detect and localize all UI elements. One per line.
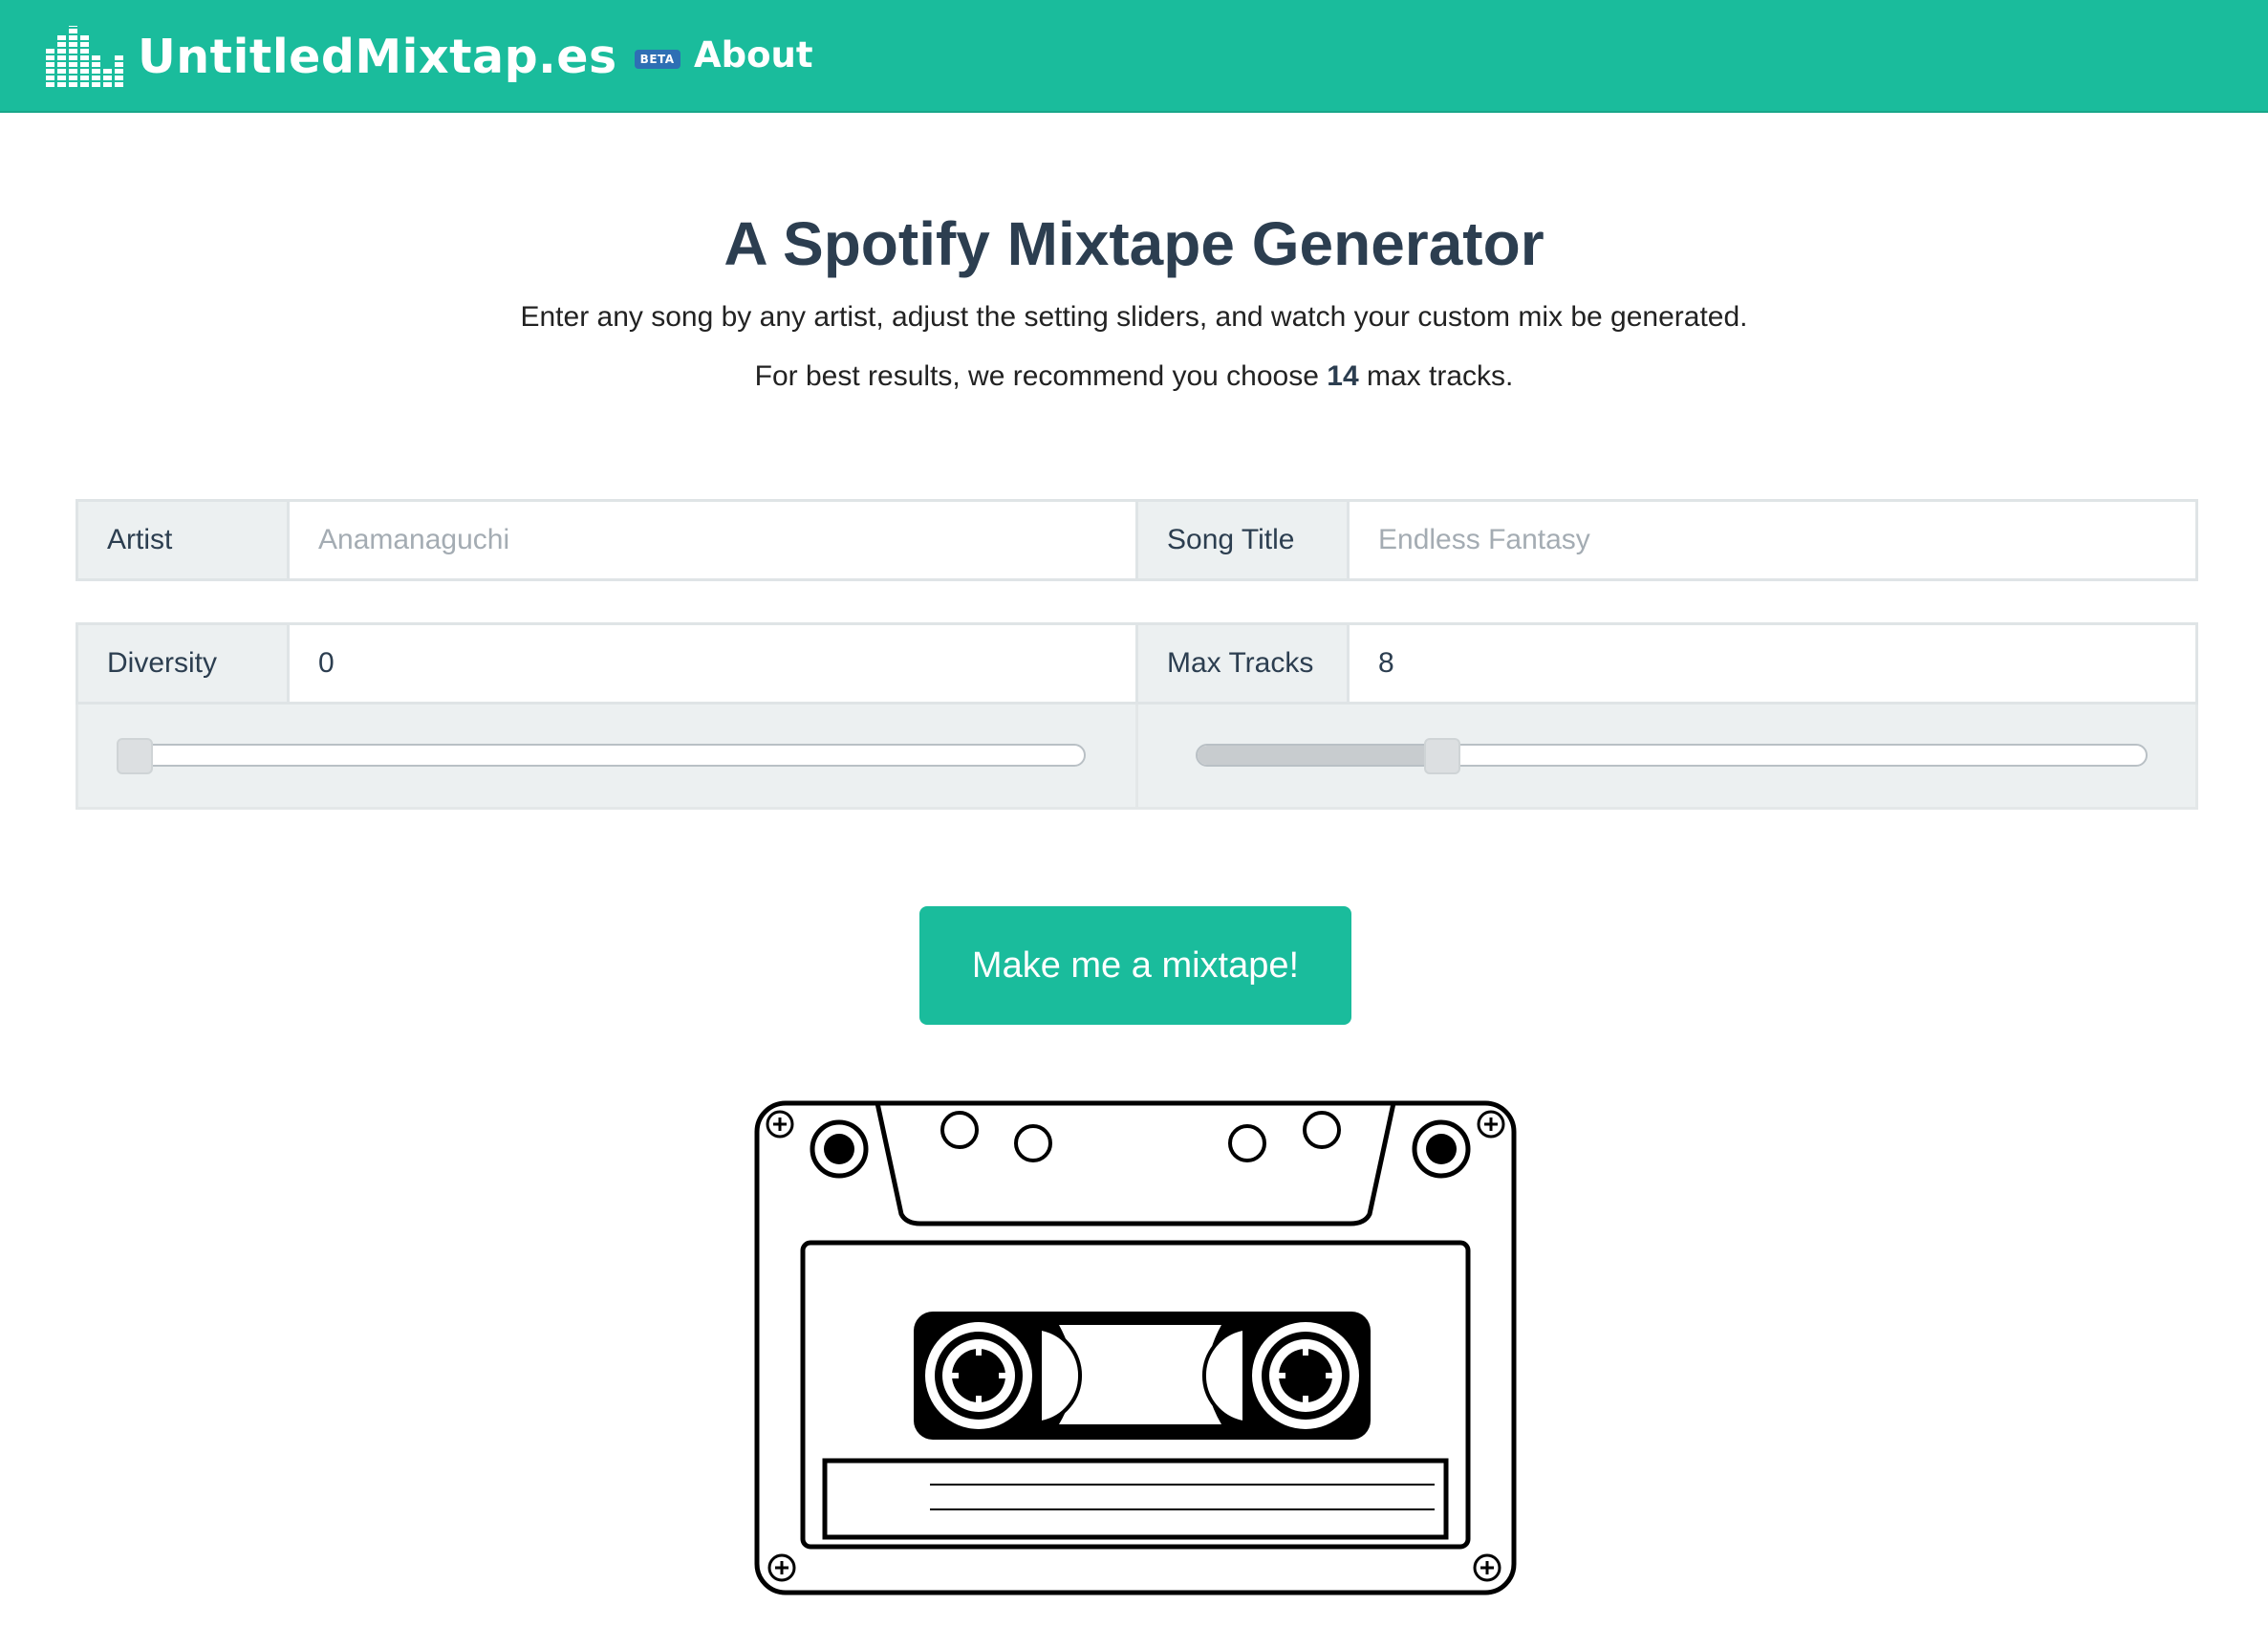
diversity-slider[interactable] — [117, 738, 1086, 774]
song-title-input[interactable] — [1347, 502, 2195, 578]
brand-name: UntitledMixtap.es — [138, 29, 617, 84]
song-title-input-group: Song Title — [1135, 499, 2198, 581]
max-tracks-slider-fill — [1198, 746, 1444, 765]
artist-input[interactable] — [287, 502, 1135, 578]
brand-link[interactable]: UntitledMixtap.es BETA — [46, 19, 680, 94]
recommendation-text: For best results, we recommend you choos… — [0, 360, 2268, 393]
diversity-input[interactable] — [287, 625, 1135, 702]
artist-input-group: Artist — [76, 499, 1138, 581]
beta-badge: BETA — [634, 50, 680, 69]
song-title-label: Song Title — [1138, 502, 1347, 578]
max-tracks-slider-handle[interactable] — [1424, 738, 1460, 774]
diversity-slider-panel — [76, 705, 1138, 810]
recommendation-suffix: max tracks. — [1366, 360, 1514, 392]
cassette-tape-icon — [754, 1100, 1517, 1595]
make-mixtape-button[interactable]: Make me a mixtape! — [919, 906, 1351, 1025]
page-title: A Spotify Mixtape Generator — [724, 209, 1544, 278]
navbar: UntitledMixtap.es BETA About — [0, 0, 2268, 113]
artist-label: Artist — [78, 502, 287, 578]
diversity-slider-handle[interactable] — [117, 738, 153, 774]
recommended-track-count: 14 — [1327, 360, 1359, 392]
max-tracks-input-group: Max Tracks — [1135, 622, 2198, 705]
recommendation-prefix: For best results, we recommend you choos… — [754, 360, 1319, 392]
diversity-input-group: Diversity — [76, 622, 1138, 705]
page-subtitle: Enter any song by any artist, adjust the… — [520, 301, 1748, 333]
nav-about-link[interactable]: About — [694, 34, 813, 76]
max-tracks-input[interactable] — [1347, 625, 2195, 702]
equalizer-bars-icon — [46, 26, 123, 87]
max-tracks-slider-panel — [1135, 705, 2198, 810]
diversity-label: Diversity — [78, 625, 287, 702]
max-tracks-slider[interactable] — [1196, 738, 2148, 774]
max-tracks-label: Max Tracks — [1138, 625, 1347, 702]
